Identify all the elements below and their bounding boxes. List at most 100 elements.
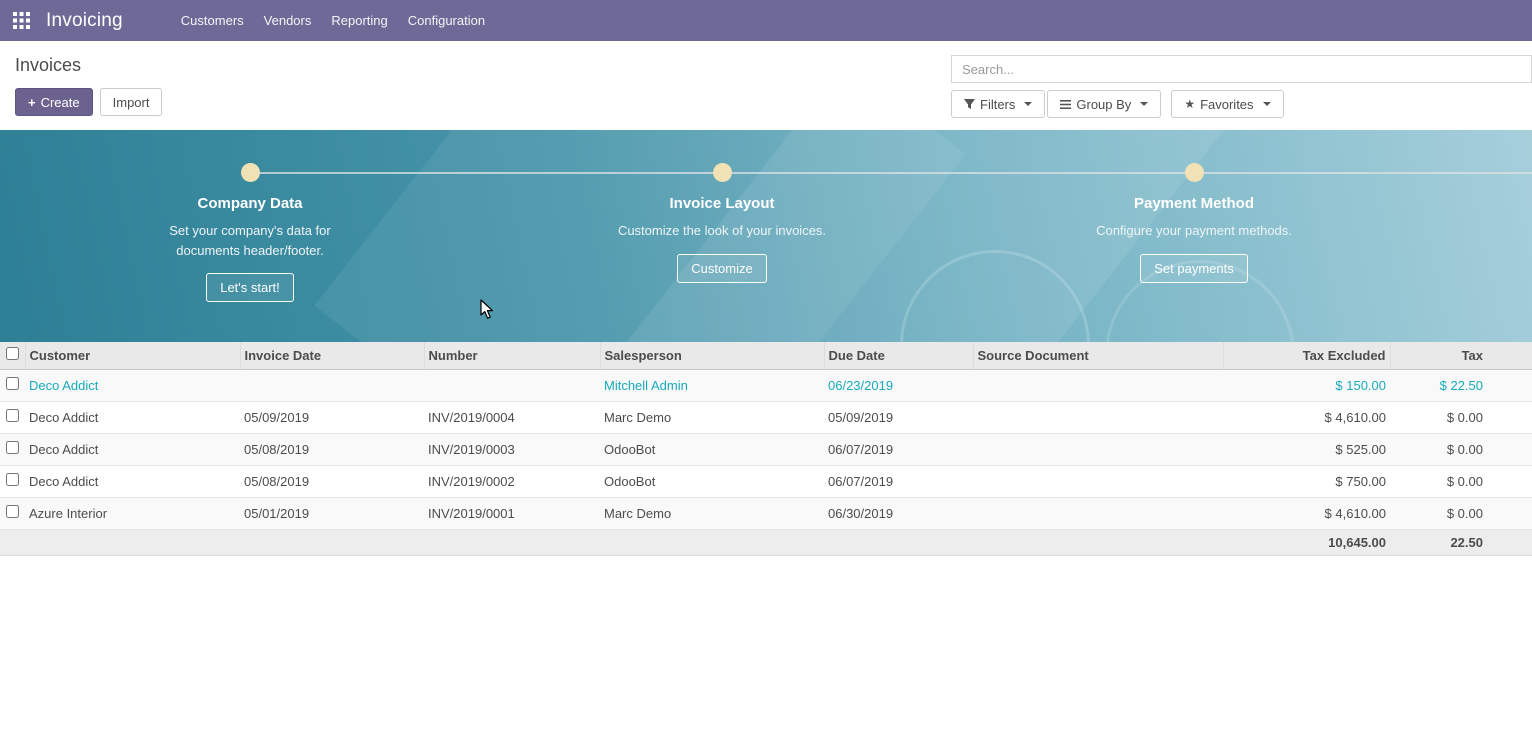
star-icon: ★ [1184, 98, 1195, 110]
cell-salesperson: OdooBot [600, 465, 824, 497]
cell-tax-excluded: $ 750.00 [1223, 465, 1390, 497]
cell-invoice-date: 05/08/2019 [240, 433, 424, 465]
cell-number: INV/2019/0004 [424, 401, 600, 433]
onboarding-step-company-data: Company Data Set your company's data for… [14, 130, 486, 342]
cell-customer: Azure Interior [25, 497, 240, 529]
table-row[interactable]: Deco Addict Mitchell Admin 06/23/2019 $ … [0, 369, 1532, 401]
cell-number: INV/2019/0003 [424, 433, 600, 465]
cell-invoice-date: 05/08/2019 [240, 465, 424, 497]
onboarding-step-invoice-layout: Invoice Layout Customize the look of you… [486, 130, 958, 342]
step-dot [1185, 163, 1204, 182]
step-dot [713, 163, 732, 182]
control-panel: Invoices + Create Import Filters [0, 41, 1532, 130]
step-description: Set your company's data for documents he… [143, 221, 358, 260]
cell-tax: $ 0.00 [1390, 497, 1532, 529]
cell-source-document [973, 497, 1223, 529]
column-header-source-document[interactable]: Source Document [973, 342, 1223, 369]
group-by-button[interactable]: Group By [1047, 90, 1161, 118]
search-box [951, 55, 1532, 83]
cell-salesperson: Marc Demo [600, 497, 824, 529]
create-button[interactable]: + Create [15, 88, 93, 116]
cell-customer: Deco Addict [25, 433, 240, 465]
cell-source-document [973, 369, 1223, 401]
table-row[interactable]: Deco Addict 05/08/2019 INV/2019/0002 Odo… [0, 465, 1532, 497]
favorites-button[interactable]: ★ Favorites [1171, 90, 1283, 118]
nav-item-customers[interactable]: Customers [171, 0, 254, 41]
cell-tax-excluded: $ 4,610.00 [1223, 401, 1390, 433]
nav-menu: Customers Vendors Reporting Configuratio… [171, 0, 495, 41]
table-row[interactable]: Deco Addict 05/08/2019 INV/2019/0003 Odo… [0, 433, 1532, 465]
row-checkbox[interactable] [6, 377, 19, 390]
row-checkbox-cell [0, 497, 25, 529]
row-checkbox-cell [0, 465, 25, 497]
cell-number: INV/2019/0001 [424, 497, 600, 529]
table-row[interactable]: Azure Interior 05/01/2019 INV/2019/0001 … [0, 497, 1532, 529]
cell-salesperson: OdooBot [600, 433, 824, 465]
cell-tax: $ 0.00 [1390, 465, 1532, 497]
row-checkbox[interactable] [6, 409, 19, 422]
filter-funnel-icon [964, 99, 975, 110]
cell-due-date: 05/09/2019 [824, 401, 973, 433]
step-title: Payment Method [1134, 195, 1254, 212]
cell-due-date: 06/23/2019 [824, 369, 973, 401]
import-button[interactable]: Import [100, 88, 163, 116]
table-row[interactable]: Deco Addict 05/09/2019 INV/2019/0004 Mar… [0, 401, 1532, 433]
column-header-invoice-date[interactable]: Invoice Date [240, 342, 424, 369]
search-input[interactable] [951, 55, 1532, 83]
cell-source-document [973, 433, 1223, 465]
filters-button[interactable]: Filters [951, 90, 1045, 118]
total-tax: 22.50 [1390, 529, 1532, 555]
group-by-bars-icon [1060, 99, 1071, 110]
set-payments-button[interactable]: Set payments [1140, 254, 1248, 283]
customize-button[interactable]: Customize [677, 254, 766, 283]
cell-number: INV/2019/0002 [424, 465, 600, 497]
row-checkbox[interactable] [6, 473, 19, 486]
cell-number [424, 369, 600, 401]
caret-down-icon [1140, 102, 1148, 106]
invoice-list-table: Customer Invoice Date Number Salesperson… [0, 342, 1532, 556]
table-header-row: Customer Invoice Date Number Salesperson… [0, 342, 1532, 369]
cell-tax: $ 0.00 [1390, 401, 1532, 433]
cell-customer: Deco Addict [25, 465, 240, 497]
column-header-tax[interactable]: Tax [1390, 342, 1532, 369]
row-checkbox[interactable] [6, 441, 19, 454]
cell-tax-excluded: $ 525.00 [1223, 433, 1390, 465]
lets-start-button[interactable]: Let's start! [206, 273, 294, 302]
cell-tax-excluded: $ 150.00 [1223, 369, 1390, 401]
top-navbar: Invoicing Customers Vendors Reporting Co… [0, 0, 1532, 41]
step-dot [241, 163, 260, 182]
step-description: Customize the look of your invoices. [618, 221, 826, 241]
column-header-salesperson[interactable]: Salesperson [600, 342, 824, 369]
select-all-checkbox[interactable] [6, 347, 19, 360]
row-checkbox[interactable] [6, 505, 19, 518]
apps-grid-icon[interactable] [13, 12, 30, 29]
cell-source-document [973, 465, 1223, 497]
step-title: Company Data [197, 195, 302, 212]
row-checkbox-cell [0, 369, 25, 401]
table-footer-row: 10,645.00 22.50 [0, 529, 1532, 555]
caret-down-icon [1024, 102, 1032, 106]
column-header-number[interactable]: Number [424, 342, 600, 369]
cell-due-date: 06/07/2019 [824, 465, 973, 497]
row-checkbox-cell [0, 401, 25, 433]
cell-invoice-date [240, 369, 424, 401]
onboarding-banner: Company Data Set your company's data for… [0, 130, 1532, 342]
cell-due-date: 06/07/2019 [824, 433, 973, 465]
step-title: Invoice Layout [669, 195, 774, 212]
plus-icon: + [28, 96, 36, 109]
column-header-customer[interactable]: Customer [25, 342, 240, 369]
cell-salesperson: Mitchell Admin [600, 369, 824, 401]
step-description: Configure your payment methods. [1096, 221, 1292, 241]
cell-salesperson: Marc Demo [600, 401, 824, 433]
page-title: Invoices [15, 55, 162, 76]
column-header-tax-excluded[interactable]: Tax Excluded [1223, 342, 1390, 369]
nav-item-configuration[interactable]: Configuration [398, 0, 495, 41]
column-header-due-date[interactable]: Due Date [824, 342, 973, 369]
cell-tax: $ 0.00 [1390, 433, 1532, 465]
cell-customer: Deco Addict [25, 401, 240, 433]
nav-item-reporting[interactable]: Reporting [321, 0, 397, 41]
app-title[interactable]: Invoicing [46, 10, 123, 32]
cell-tax-excluded: $ 4,610.00 [1223, 497, 1390, 529]
total-tax-excluded: 10,645.00 [1223, 529, 1390, 555]
nav-item-vendors[interactable]: Vendors [254, 0, 322, 41]
